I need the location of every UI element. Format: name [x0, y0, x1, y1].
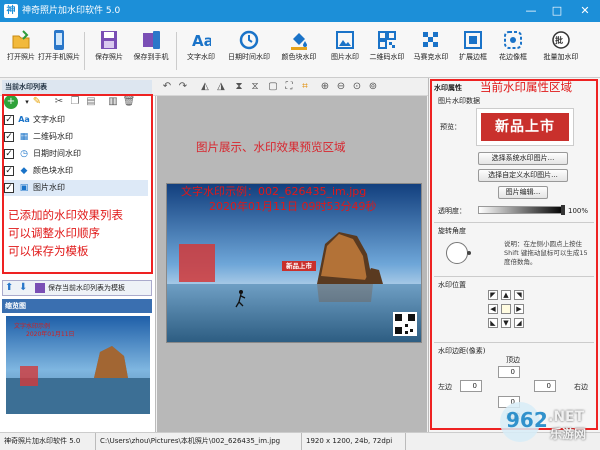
batch-icon: 批: [552, 31, 570, 49]
status-app: 神奇照片加水印软件 5.0: [0, 433, 96, 450]
qrcode-watermark-button[interactable]: 二维码水印: [370, 26, 405, 74]
save-to-phone-icon: [143, 31, 160, 49]
lace-frame-button[interactable]: 花边像框: [496, 26, 530, 74]
batch-watermark-button[interactable]: 批 批量加水印: [544, 26, 579, 74]
maximize-button[interactable]: □: [546, 2, 568, 20]
qrcode-watermark-label: 二维码水印: [369, 53, 405, 61]
crop-icon[interactable]: ⌗: [298, 80, 312, 94]
zoom-actual-icon[interactable]: ⊚: [366, 80, 380, 94]
image-watermark-button[interactable]: 图片水印: [328, 26, 362, 74]
color-block-watermark-button[interactable]: 颜色块水印: [282, 26, 317, 74]
zoom-out-icon[interactable]: ⊖: [334, 80, 348, 94]
move-up-icon[interactable]: ⬆: [5, 282, 13, 294]
minimize-button[interactable]: —: [520, 2, 542, 20]
save-icon: [101, 31, 117, 49]
text-watermark-button[interactable]: Aa 文字水印: [184, 26, 218, 74]
thumbnail-image: 文字水印示例 2020年01月11日: [6, 316, 150, 414]
mosaic-watermark-label: 马赛克水印: [413, 53, 449, 61]
text-watermark-sample: 文字水印示例：002_626435_im.jpg: [181, 185, 367, 198]
fullscreen-icon[interactable]: ⛶: [282, 80, 296, 94]
open-folder-icon: [12, 30, 30, 49]
datetime-watermark-label: 日期时间水印: [228, 53, 270, 61]
image-icon: [336, 31, 354, 49]
qrcode-icon: [378, 31, 396, 49]
color-block-watermark-label: 颜色块水印: [281, 53, 317, 61]
logo-number: 962: [506, 408, 548, 432]
toolbar-separator: [84, 32, 85, 70]
image-watermark-label: 图片水印: [331, 53, 359, 61]
text-watermark-label: 文字水印: [187, 53, 215, 61]
save-to-phone-button[interactable]: 保存到手机: [134, 26, 169, 74]
zoom-in-icon[interactable]: ⊕: [318, 80, 332, 94]
status-path: C:\Users\zhou\Pictures\本机照片\002_626435_i…: [96, 433, 302, 450]
move-down-icon[interactable]: ⬇: [19, 282, 27, 294]
save-template-row: ⬆ ⬇ 保存当前水印列表为模板: [2, 280, 152, 296]
zoom-fit-icon[interactable]: ⊙: [350, 80, 364, 94]
logo-cn: 乐游网: [550, 427, 587, 441]
logo-net: .NET: [548, 409, 585, 425]
toolbar-separator: [176, 32, 177, 70]
open-phone-photo-label: 打开手机照片: [38, 53, 80, 61]
window-title: 神奇照片加水印软件 5.0: [22, 6, 121, 16]
flip-vertical-icon[interactable]: ⧖: [248, 80, 262, 94]
color-fill-icon: [291, 33, 307, 50]
app-logo-icon: 神: [4, 4, 18, 18]
svg-text:2020年01月11日: 2020年01月11日: [26, 330, 75, 338]
rotate-right-icon[interactable]: ◮: [214, 80, 228, 94]
text-aa-icon: Aa: [192, 32, 211, 50]
expand-border-icon: [464, 31, 482, 49]
status-image-info: 1920 x 1200, 24b, 72dpi: [302, 433, 406, 450]
phone-icon: [54, 30, 64, 50]
mosaic-watermark-button[interactable]: 马赛克水印: [414, 26, 449, 74]
svg-text:批: 批: [555, 35, 563, 45]
flip-horizontal-icon[interactable]: ⧗: [232, 80, 246, 94]
annotation-frame: [2, 94, 153, 274]
watermark-list-header: 当前水印列表: [2, 80, 152, 94]
site-watermark-logo: 962 .NET 乐游网: [498, 402, 598, 446]
thumbnail-svg: 文字水印示例 2020年01月11日: [6, 316, 150, 414]
open-phone-photo-button[interactable]: 打开手机照片: [38, 26, 80, 74]
save-to-phone-label: 保存到手机: [133, 53, 169, 61]
save-icon: [35, 283, 45, 293]
rotate-left-icon[interactable]: ◭: [198, 80, 212, 94]
title-bar: 神 神奇照片加水印软件 5.0 — □ ✕: [0, 0, 600, 22]
annotation-frame: [430, 79, 598, 430]
clock-icon: [239, 30, 259, 50]
open-photo-button[interactable]: 打开照片: [4, 26, 38, 74]
image-watermark-sample: 新品上市: [286, 262, 312, 270]
preview-image[interactable]: 文字水印示例：002_626435_im.jpg 2020年01月11日 09时…: [166, 183, 422, 343]
svg-text:文字水印示例: 文字水印示例: [14, 322, 50, 330]
svg-text:Aa: Aa: [192, 32, 211, 50]
save-template-button[interactable]: 保存当前水印列表为模板: [48, 281, 125, 295]
fit-icon[interactable]: ▢: [266, 80, 280, 94]
close-button[interactable]: ✕: [574, 2, 596, 20]
mosaic-icon: [423, 32, 438, 47]
preview-annotation: 图片展示、水印效果预览区域: [196, 140, 346, 154]
batch-watermark-label: 批量加水印: [543, 53, 579, 61]
date-watermark-sample: 2020年01月11日 09时53分49秒: [209, 200, 377, 213]
expand-border-button[interactable]: 扩展边框: [456, 26, 490, 74]
thumbnail-header: 缩览图: [2, 299, 152, 313]
lace-frame-icon: [504, 31, 522, 49]
main-toolbar: 打开照片 打开手机照片 保存照片 保存到手机 Aa 文字水印 日期时间水印 颜色…: [0, 22, 600, 78]
lace-frame-label: 花边像框: [499, 53, 527, 61]
undo-icon[interactable]: ↶: [160, 80, 174, 94]
save-photo-button[interactable]: 保存照片: [92, 26, 126, 74]
save-photo-label: 保存照片: [95, 53, 123, 61]
redo-icon[interactable]: ↷: [176, 80, 190, 94]
datetime-watermark-button[interactable]: 日期时间水印: [228, 26, 270, 74]
